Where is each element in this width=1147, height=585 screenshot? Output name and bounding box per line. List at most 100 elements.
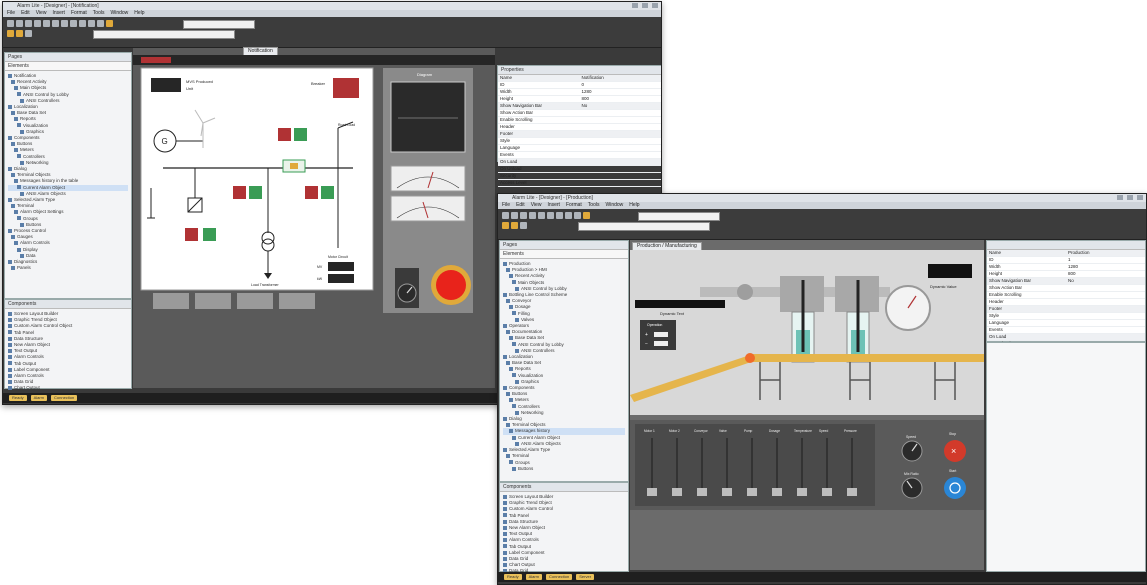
zoom-icon[interactable] [97, 20, 104, 27]
slider-handle[interactable] [822, 488, 832, 496]
slider-handle[interactable] [797, 488, 807, 496]
menu-item[interactable]: View [36, 10, 47, 17]
property-row[interactable]: Enable Scrolling [987, 292, 1145, 299]
property-row[interactable]: Events [987, 327, 1145, 334]
slider-handle[interactable] [647, 488, 657, 496]
save-icon[interactable] [25, 20, 32, 27]
paste-icon[interactable] [547, 212, 554, 219]
tree-item[interactable]: Buttons [503, 466, 625, 472]
align-icon[interactable] [574, 212, 581, 219]
menu-item[interactable]: Edit [21, 10, 30, 17]
menu-item[interactable]: Edit [516, 202, 525, 209]
settings-icon[interactable] [25, 30, 32, 37]
menu-item[interactable]: Insert [52, 10, 65, 17]
property-row[interactable]: Header [987, 299, 1145, 306]
cut-icon[interactable] [529, 212, 536, 219]
align-icon[interactable] [79, 20, 86, 27]
copy-icon[interactable] [538, 212, 545, 219]
menu-item[interactable]: Window [605, 202, 623, 209]
property-row[interactable]: On Load [498, 159, 661, 166]
property-row[interactable]: On Load [987, 334, 1145, 341]
menu-item[interactable]: File [7, 10, 15, 17]
maximize-button[interactable] [642, 3, 648, 8]
property-row[interactable]: ID 0 [498, 82, 661, 89]
slider-handle[interactable] [747, 488, 757, 496]
undo-icon[interactable] [61, 20, 68, 27]
plus-button[interactable]: + [645, 332, 648, 338]
property-row[interactable]: Height 800 [987, 271, 1145, 278]
close-button[interactable] [652, 3, 658, 8]
new-icon[interactable] [502, 212, 509, 219]
breaker-open-button-2[interactable] [233, 186, 246, 199]
property-row[interactable]: Show Action Bar [498, 110, 661, 117]
object-selector[interactable] [578, 222, 710, 231]
menu-item[interactable]: File [502, 202, 510, 209]
property-row[interactable]: Name Notification [498, 75, 661, 82]
minus-button[interactable]: − [645, 341, 648, 347]
menu-item[interactable]: Insert [547, 202, 560, 209]
run-icon[interactable] [106, 20, 113, 27]
breaker-open-button-4[interactable] [185, 228, 198, 241]
property-row[interactable]: Show Navigation Bar No [987, 278, 1145, 285]
cut-icon[interactable] [34, 20, 41, 27]
slider-handle[interactable] [847, 488, 857, 496]
menu-item[interactable]: Tools [93, 10, 105, 17]
stop-icon[interactable] [16, 30, 23, 37]
font-selector[interactable] [638, 212, 720, 221]
undo-icon[interactable] [556, 212, 563, 219]
redo-icon[interactable] [565, 212, 572, 219]
font-selector[interactable] [183, 20, 255, 29]
menu-item[interactable]: Help [629, 202, 639, 209]
play-icon[interactable] [502, 222, 509, 229]
redo-icon[interactable] [70, 20, 77, 27]
grid-icon[interactable] [88, 20, 95, 27]
menu-item[interactable]: View [531, 202, 542, 209]
property-row[interactable]: Show Action Bar [987, 285, 1145, 292]
menu-item[interactable]: Help [134, 10, 144, 17]
nav-back-button[interactable] [153, 293, 189, 309]
property-row[interactable]: Security [498, 173, 661, 180]
property-row[interactable]: Enable Scrolling [498, 117, 661, 124]
breaker-open-button-1[interactable] [278, 128, 291, 141]
paste-icon[interactable] [52, 20, 59, 27]
open-icon[interactable] [16, 20, 23, 27]
copy-icon[interactable] [43, 20, 50, 27]
component-item[interactable]: Chart Output [8, 385, 128, 391]
new-icon[interactable] [7, 20, 14, 27]
stop-icon[interactable] [511, 222, 518, 229]
object-selector[interactable] [93, 30, 235, 39]
breaker-close-button-2[interactable] [249, 186, 262, 199]
property-row[interactable]: Width 1280 [987, 264, 1145, 271]
nav-chart-button[interactable] [237, 293, 273, 309]
settings-icon[interactable] [520, 222, 527, 229]
play-icon[interactable] [7, 30, 14, 37]
property-row[interactable]: Width 1280 [498, 89, 661, 96]
slider-handle[interactable] [672, 488, 682, 496]
start-button[interactable] [944, 477, 966, 499]
property-row[interactable]: Header [498, 124, 661, 131]
property-row[interactable]: Name Production [987, 250, 1145, 257]
breaker-close-button-1[interactable] [294, 128, 307, 141]
property-row[interactable]: ID 1 [987, 257, 1145, 264]
save-icon[interactable] [520, 212, 527, 219]
property-row[interactable]: Language [987, 320, 1145, 327]
emergency-stop-button[interactable] [436, 270, 466, 300]
breaker-close-button-4[interactable] [203, 228, 216, 241]
slider-handle[interactable] [772, 488, 782, 496]
nav-return-button[interactable] [279, 293, 315, 309]
property-row[interactable]: Footer [498, 131, 661, 138]
menu-item[interactable]: Format [566, 202, 582, 209]
menu-item[interactable]: Format [71, 10, 87, 17]
close-button[interactable] [1137, 195, 1143, 200]
property-row[interactable]: Height 800 [498, 96, 661, 103]
property-row[interactable]: Style [987, 313, 1145, 320]
maximize-button[interactable] [1127, 195, 1133, 200]
property-row[interactable]: Language [498, 145, 661, 152]
minimize-button[interactable] [632, 3, 638, 8]
open-icon[interactable] [511, 212, 518, 219]
property-row[interactable]: Style [498, 138, 661, 145]
breaker-close-button-3[interactable] [321, 186, 334, 199]
property-row[interactable]: Access Level [498, 180, 661, 187]
nav-edit-button[interactable] [195, 293, 231, 309]
slider-handle[interactable] [722, 488, 732, 496]
